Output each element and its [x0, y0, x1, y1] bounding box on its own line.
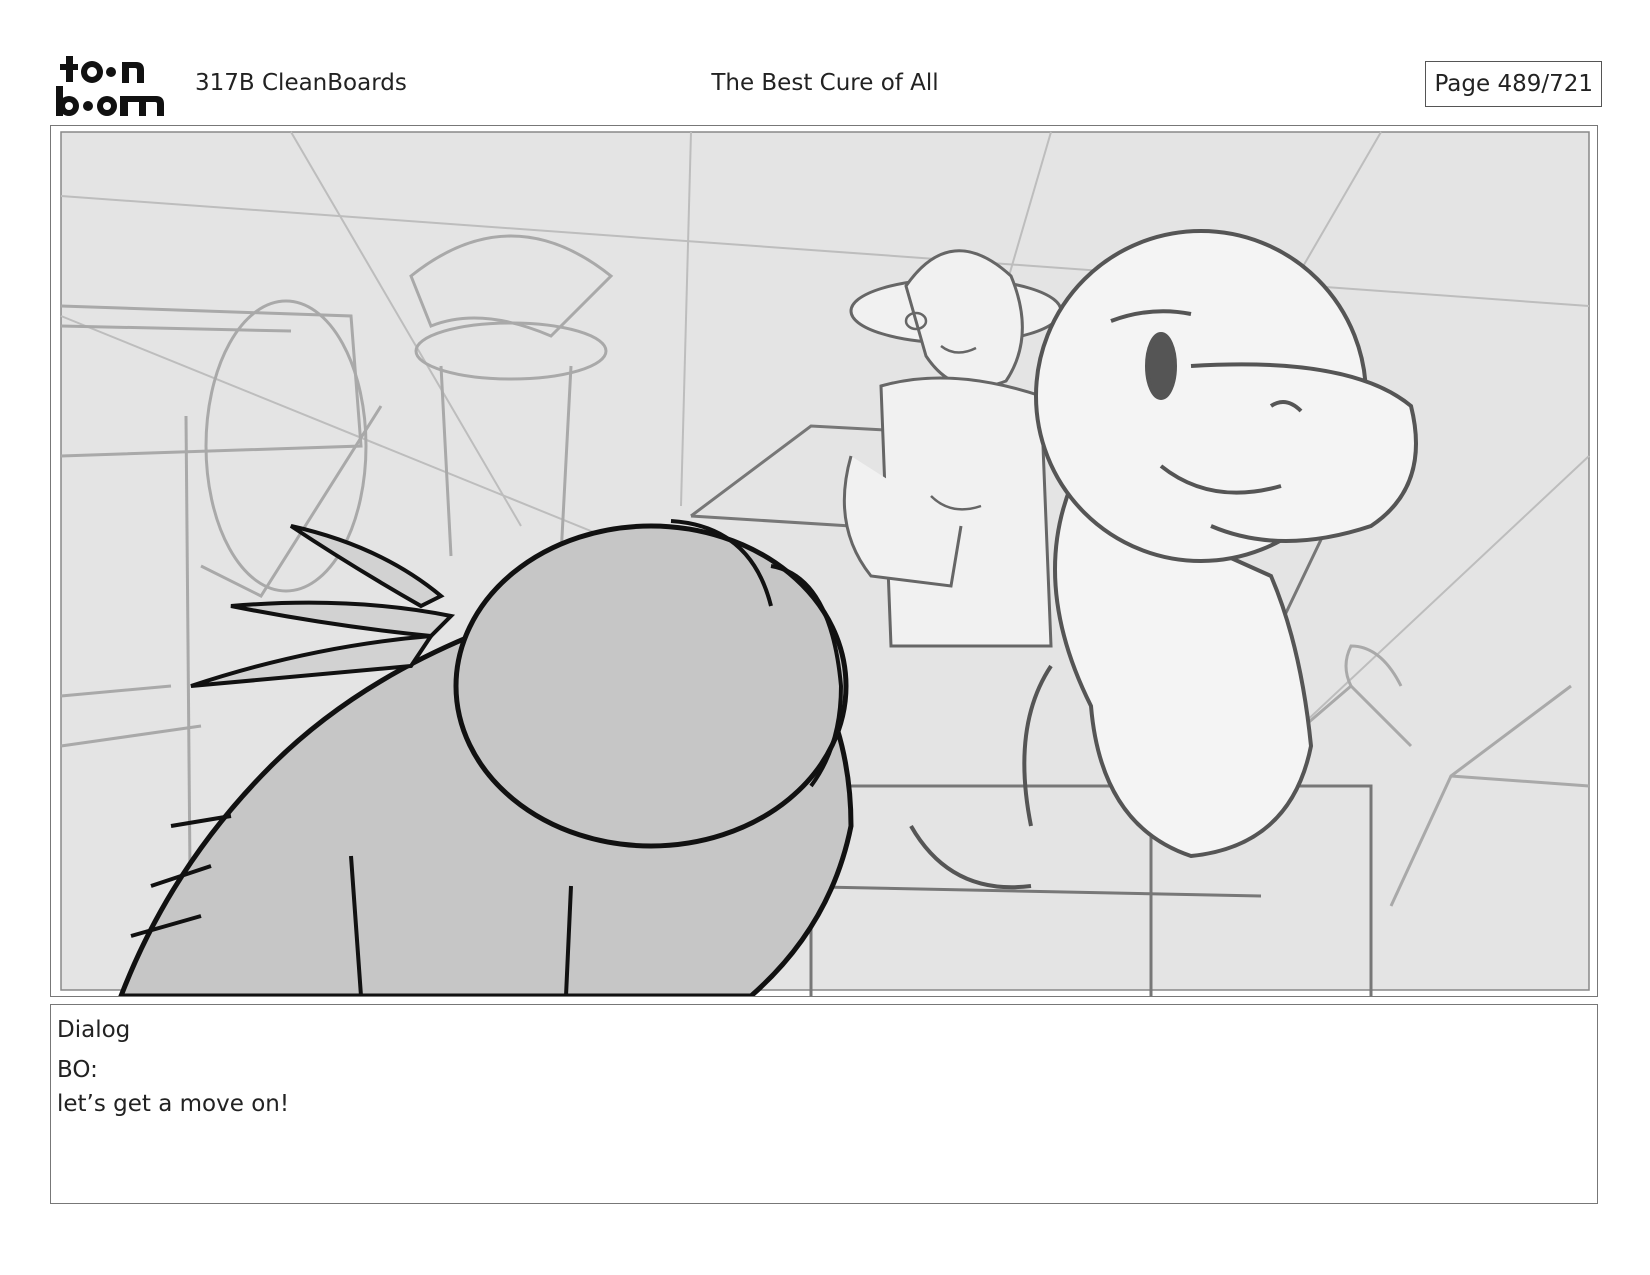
storyboard-panel: [50, 125, 1598, 997]
panel-sketch: [51, 126, 1597, 996]
episode-title: The Best Cure of All: [711, 70, 939, 96]
dialog-box: Dialog BO: let’s get a move on!: [50, 1004, 1598, 1204]
page-number: Page 489/721: [1425, 61, 1602, 107]
dialog-speaker: BO:: [57, 1057, 98, 1083]
dialog-label: Dialog: [57, 1017, 131, 1043]
dialog-line: let’s get a move on!: [57, 1091, 290, 1117]
